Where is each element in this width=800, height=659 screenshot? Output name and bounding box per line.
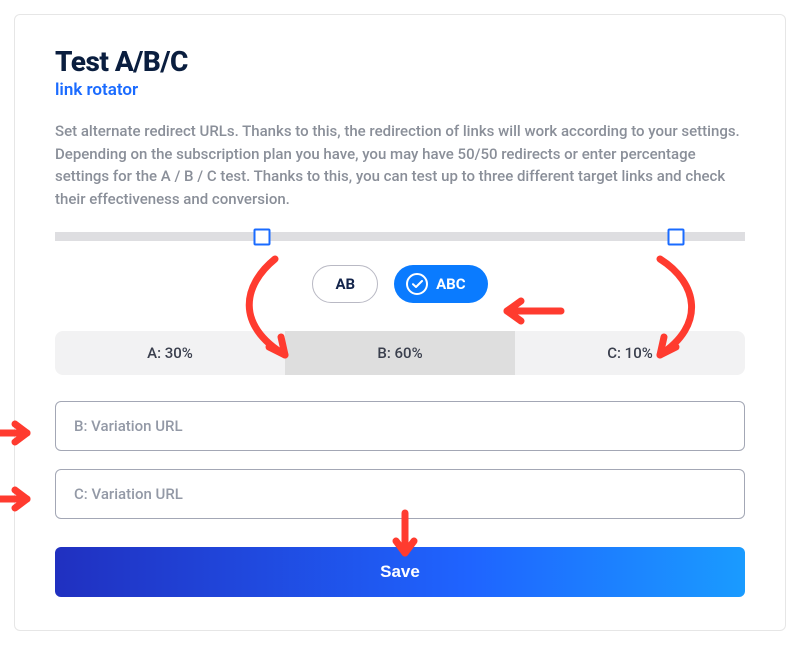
save-button-label: Save [380, 562, 420, 581]
annotation-arrow-icon [0, 485, 39, 513]
distribution-c: C: 10% [515, 331, 745, 375]
distribution-a: A: 30% [55, 331, 285, 375]
variation-b-input[interactable] [55, 401, 745, 451]
mode-ab-label: AB [335, 275, 355, 293]
description-text: Set alternate redirect URLs. Thanks to t… [55, 120, 745, 210]
slider-handle-a[interactable] [254, 228, 271, 245]
split-slider[interactable] [55, 232, 745, 241]
distribution-bar: A: 30% B: 60% C: 10% [55, 331, 745, 375]
save-button[interactable]: Save [55, 547, 745, 597]
mode-abc-button[interactable]: ABC [394, 265, 487, 303]
page-title: Test A/B/C [55, 45, 745, 78]
mode-selector: AB ABC [55, 265, 745, 303]
slider-handle-b[interactable] [668, 228, 685, 245]
distribution-b: B: 60% [285, 331, 515, 375]
abc-test-card: Test A/B/C link rotator Set alternate re… [14, 14, 786, 631]
mode-abc-label: ABC [436, 275, 465, 293]
check-circle-icon [406, 273, 428, 295]
page-subtitle: link rotator [55, 80, 745, 100]
annotation-arrow-icon [0, 419, 39, 447]
mode-ab-button[interactable]: AB [312, 265, 378, 303]
variation-c-input[interactable] [55, 469, 745, 519]
